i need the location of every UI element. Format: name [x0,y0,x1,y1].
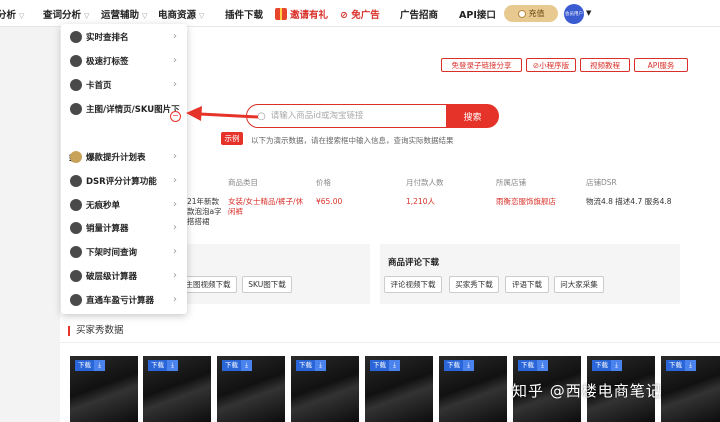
annotation-arrow [186,106,259,121]
arrow-head [186,106,202,121]
arrow-line [199,112,259,119]
